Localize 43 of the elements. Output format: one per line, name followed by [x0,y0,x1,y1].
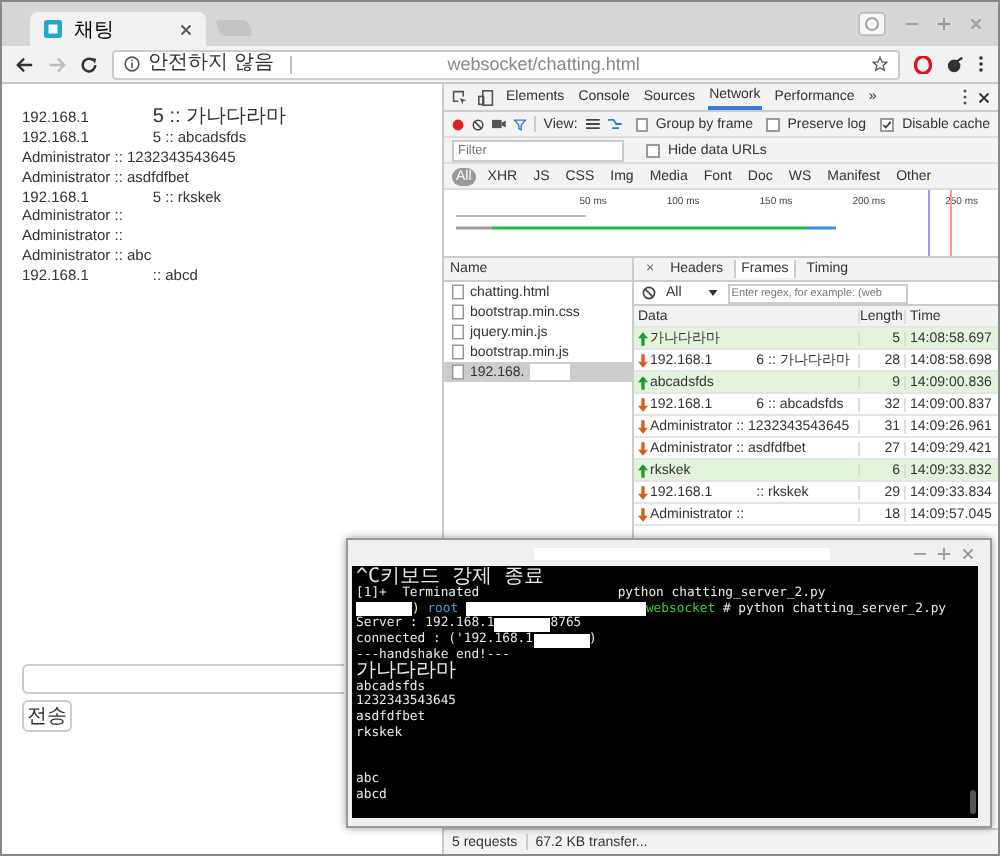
info-icon [124,56,140,72]
profile-icon[interactable] [858,12,886,36]
close-icon[interactable] [978,91,990,103]
terminal-text: 가나다라마 [356,663,456,680]
up-arrow-icon [638,331,648,345]
option-checkbox[interactable] [766,117,780,131]
redaction-block [530,364,571,380]
redaction-block [356,601,412,616]
inspect-icon[interactable] [452,89,468,105]
option-checkbox[interactable] [880,117,895,131]
option-checkbox[interactable] [635,117,648,131]
security-label: 안전하지 않음 [148,52,274,76]
waterfall-icon[interactable] [607,118,622,130]
clear-icon[interactable] [472,117,485,131]
message-input-field[interactable] [22,664,344,694]
caret-icon[interactable] [707,290,718,296]
tab-title: 채팅 [74,17,116,43]
close-icon[interactable] [180,23,192,35]
scrollbar [970,790,976,814]
hide-data-urls-checkbox[interactable] [646,143,660,157]
terminal-text: ^C키보드 강제 종료 [356,570,545,586]
url-text: websocket/chatting.html [447,54,640,74]
up-arrow-icon [638,375,648,389]
back-icon[interactable] [16,55,34,73]
chat-message-text: 5 :: 가나다라마 [152,108,287,128]
list-view-icon[interactable] [585,118,600,130]
down-arrow-icon [638,353,648,367]
star-icon[interactable] [872,56,888,72]
menu-icon[interactable] [978,54,984,74]
menu-icon[interactable] [962,88,968,106]
address-bar[interactable]: 안전하지 않음 websocket/chatting.html [112,49,900,79]
record-icon[interactable] [452,117,465,131]
send-button[interactable]: 전송 [22,700,72,732]
extension-icon[interactable] [946,55,964,73]
clear-icon[interactable] [642,286,656,300]
maximize-icon[interactable] [938,547,950,559]
up-arrow-icon [638,463,648,477]
browser-tab[interactable]: 채팅 [30,12,206,46]
filter-icon[interactable] [513,117,526,131]
site-icon [44,20,62,38]
camera-icon[interactable] [492,118,506,130]
reload-icon[interactable] [80,55,98,73]
device-icon[interactable] [478,89,494,105]
